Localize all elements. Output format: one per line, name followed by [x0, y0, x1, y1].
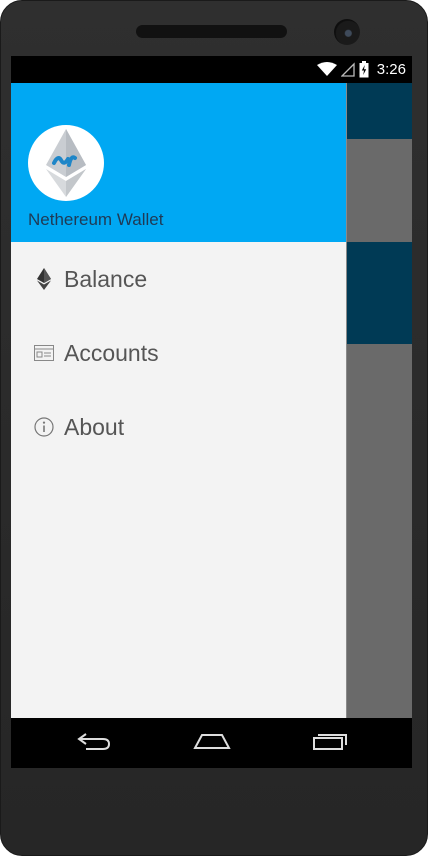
- recents-icon: [312, 731, 350, 756]
- back-button[interactable]: [69, 728, 119, 758]
- speaker-grille: [136, 25, 287, 38]
- menu-item-label: Balance: [64, 265, 148, 292]
- navigation-drawer: Nethereum Wallet Balance Accounts About: [11, 83, 347, 718]
- menu-item-about[interactable]: About: [11, 390, 346, 464]
- home-button[interactable]: [187, 728, 237, 758]
- status-time: 3:26: [376, 61, 406, 78]
- signal-icon: [340, 62, 355, 77]
- ethereum-icon: [33, 268, 55, 290]
- menu-item-accounts[interactable]: Accounts: [11, 316, 346, 390]
- battery-icon: [359, 61, 369, 78]
- app-logo-avatar: [28, 125, 104, 201]
- accounts-icon: [33, 342, 55, 364]
- info-icon: [33, 416, 55, 438]
- menu-item-label: About: [64, 413, 125, 440]
- app-name: Nethereum Wallet: [28, 210, 164, 229]
- device-frame: 3:26 Nethereum Wallet Balance Accounts A…: [0, 0, 428, 856]
- menu-item-label: Accounts: [64, 339, 159, 366]
- status-bar: 3:26: [11, 56, 412, 83]
- menu-item-balance[interactable]: Balance: [11, 242, 346, 316]
- wifi-icon: [316, 62, 337, 77]
- back-icon: [76, 730, 112, 757]
- front-camera: [334, 19, 360, 45]
- drawer-header: Nethereum Wallet: [11, 83, 346, 242]
- recents-button[interactable]: [306, 728, 356, 758]
- screen: 3:26 Nethereum Wallet Balance Accounts A…: [11, 56, 412, 768]
- drawer-menu: Balance Accounts About: [11, 242, 346, 464]
- home-icon: [192, 731, 232, 756]
- system-nav-bar: [11, 718, 412, 768]
- ethereum-logo-icon: [46, 129, 86, 197]
